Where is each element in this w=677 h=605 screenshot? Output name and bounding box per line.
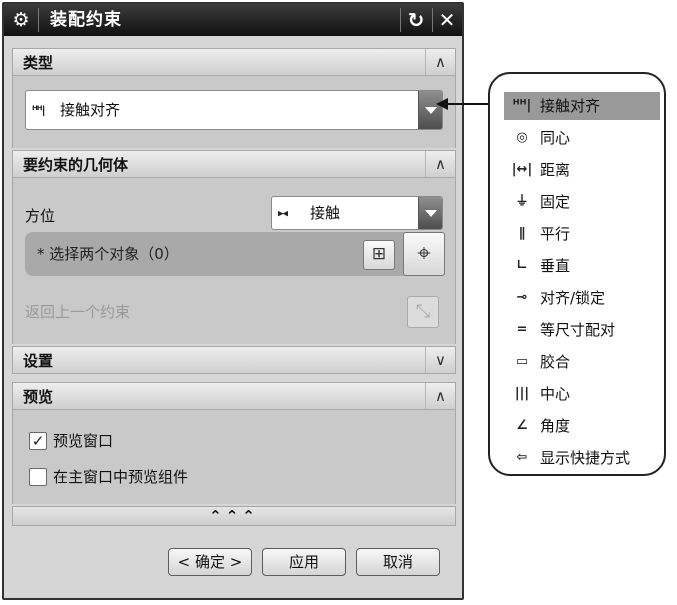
- constraint-type-option[interactable]: ||| 中心: [504, 380, 660, 408]
- cancel-button[interactable]: 取消: [356, 548, 440, 576]
- constraint-type-option-label: 接触对齐: [540, 97, 601, 115]
- dialog-title: 装配约束: [50, 10, 122, 30]
- constraint-type-option[interactable]: ∥ 平行: [504, 220, 660, 248]
- callout-arrow-icon: [436, 98, 448, 110]
- select-objects-label: * 选择两个对象（0）: [37, 245, 179, 263]
- parallel-icon: ∥: [518, 226, 526, 241]
- touch-align-icon: ᴴᴴ|: [32, 103, 46, 117]
- constraint-type-option-label: 对齐/锁定: [540, 289, 606, 307]
- chevron-down-icon[interactable]: [418, 91, 442, 129]
- constraint-type-option-label: 等尺寸配对: [540, 321, 616, 339]
- section-title-preview: 预览: [23, 388, 54, 406]
- constraint-type-option-label: 角度: [540, 417, 571, 435]
- expand-chevron-icon[interactable]: ∨: [425, 347, 455, 373]
- section-body-geometry: 方位 ▸◂ 接触 * 选择两个对象（0） ⊞ ⌖ 返回上一个约束 ⤡: [12, 178, 456, 344]
- expand-more-bar[interactable]: ⌃⌃⌃: [12, 506, 456, 526]
- ok-button[interactable]: < 确定 >: [168, 548, 252, 576]
- constraint-type-option-label: 垂直: [540, 257, 571, 275]
- constraint-type-option-label: 距离: [540, 161, 571, 179]
- constraint-type-option[interactable]: ▭ 胶合: [504, 348, 660, 376]
- touch-align-icon: ᴴᴴ|: [512, 98, 532, 113]
- preview-in-main-window-checkbox[interactable]: [29, 468, 47, 486]
- title-separator: [38, 8, 39, 32]
- distance-icon: |↔|: [511, 162, 533, 177]
- constraint-type-option[interactable]: ◎ 同心: [504, 124, 660, 152]
- align-lock-icon: ⊸: [516, 290, 528, 305]
- chevron-down-icon[interactable]: [418, 197, 442, 229]
- center-icon: |||: [514, 386, 530, 401]
- constraint-type-option[interactable]: ᴴᴴ| 接触对齐: [504, 92, 660, 120]
- constraint-type-option[interactable]: ⊸ 对齐/锁定: [504, 284, 660, 312]
- gear-icon[interactable]: ⚙: [10, 9, 32, 31]
- close-icon[interactable]: ✕: [435, 8, 459, 32]
- reset-icon[interactable]: ↻: [404, 8, 428, 32]
- constraint-type-option[interactable]: ∠ 角度: [504, 412, 660, 440]
- constraint-type-option[interactable]: ∟ 垂直: [504, 252, 660, 280]
- constraint-type-option-label: 中心: [540, 385, 571, 403]
- section-header-type[interactable]: 类型 ∧: [12, 48, 456, 76]
- section-body-type: ᴴᴴ| 接触对齐: [12, 76, 456, 148]
- constraint-type-option-label: 胶合: [540, 353, 571, 371]
- perpendicular-icon: ∟: [516, 258, 528, 273]
- constraint-type-dropdown[interactable]: ᴴᴴ| 接触对齐: [25, 90, 443, 130]
- constraint-type-option[interactable]: |↔| 距离: [504, 156, 660, 184]
- expand-more-icon: ⌃⌃⌃: [209, 507, 259, 525]
- crosshair-icon[interactable]: ⌖: [403, 232, 445, 276]
- section-title-geometry: 要约束的几何体: [23, 156, 129, 174]
- section-title-type: 类型: [23, 54, 54, 72]
- constraint-type-option-label: 平行: [540, 225, 571, 243]
- collapse-chevron-icon[interactable]: ∧: [425, 151, 455, 177]
- constraint-type-value: 接触对齐: [60, 101, 121, 119]
- add-selection-icon[interactable]: ⊞: [363, 240, 395, 270]
- title-separator: [432, 8, 433, 32]
- orientation-value: 接触: [310, 204, 341, 222]
- constraint-type-option[interactable]: ⏚ 固定: [504, 188, 660, 216]
- touch-icon: ▸◂: [278, 206, 288, 220]
- section-body-preview: ✓ 预览窗口 在主窗口中预览组件: [12, 410, 456, 504]
- angle-icon: ∠: [516, 418, 528, 433]
- constraint-type-list: ᴴᴴ| 接触对齐 ◎ 同心 |↔| 距离 ⏚ 固定 ∥ 平行 ∟ 垂直 ⊸ 对齐/锁定 = 等尺寸配对 ▭ 胶合 |…: [488, 72, 666, 476]
- glue-icon: ▭: [515, 354, 529, 369]
- collapse-chevron-icon[interactable]: ∧: [425, 49, 455, 75]
- section-header-settings[interactable]: 设置 ∨: [12, 346, 456, 374]
- constraint-type-option-label: 显示快捷方式: [540, 449, 631, 467]
- constraint-type-option[interactable]: = 等尺寸配对: [504, 316, 660, 344]
- section-header-preview[interactable]: 预览 ∧: [12, 382, 456, 410]
- preview-window-checkbox[interactable]: ✓: [29, 432, 47, 450]
- apply-button[interactable]: 应用: [262, 548, 346, 576]
- undo-last-constraint-label: 返回上一个约束: [25, 303, 131, 321]
- select-objects-row[interactable]: * 选择两个对象（0） ⊞ ⌖: [25, 232, 445, 276]
- collapse-chevron-icon[interactable]: ∧: [425, 383, 455, 409]
- preview-window-label: 预览窗口: [53, 432, 114, 450]
- constraint-type-option[interactable]: ⇦ 显示快捷方式: [504, 444, 660, 472]
- concentric-icon: ◎: [516, 130, 528, 145]
- shortcut-arrow-icon: ⇦: [516, 450, 528, 465]
- undo-constraint-icon[interactable]: ⤡: [407, 296, 439, 328]
- orientation-dropdown[interactable]: ▸◂ 接触: [271, 196, 443, 230]
- constraint-type-option-label: 固定: [540, 193, 571, 211]
- fix-icon: ⏚: [515, 194, 529, 209]
- assembly-constraints-dialog: ⚙ 装配约束 ↻ ✕ 类型 ∧ ᴴᴴ| 接触对齐 要约束的几何体 ∧ 方位 ▸◂…: [2, 2, 464, 600]
- title-separator: [400, 8, 401, 32]
- preview-in-main-window-label: 在主窗口中预览组件: [53, 468, 189, 486]
- constraint-type-option-label: 同心: [540, 129, 571, 147]
- equal-size-icon: =: [516, 322, 528, 337]
- title-bar[interactable]: ⚙ 装配约束 ↻ ✕: [4, 4, 462, 36]
- section-title-settings: 设置: [23, 352, 54, 370]
- orientation-label: 方位: [25, 207, 56, 225]
- section-header-geometry[interactable]: 要约束的几何体 ∧: [12, 150, 456, 178]
